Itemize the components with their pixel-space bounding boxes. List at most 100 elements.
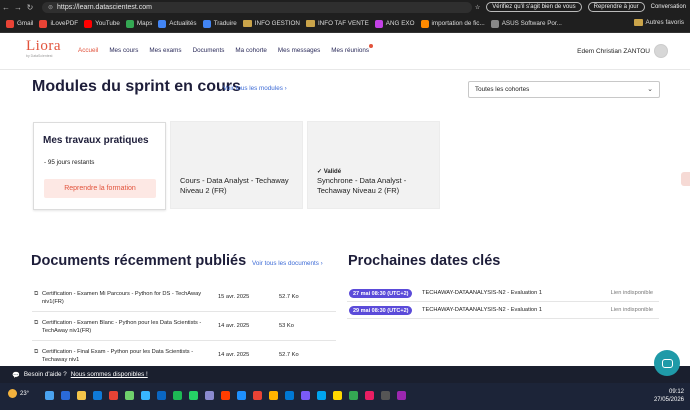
user-name: Edem Christian ZANTOU <box>577 47 650 55</box>
bookmark-asus[interactable]: ASUS Software Por... <box>490 19 562 28</box>
list-item: 27 mai 08:30 (UTC+2) TECHAWAY-DATAANALYS… <box>347 288 659 302</box>
link-status: Lien indisponible <box>610 290 653 296</box>
star-icon[interactable]: ☆ <box>475 4 480 11</box>
cohort-filter-select[interactable]: Toutes les cohortes ⌄ <box>468 81 660 98</box>
forward-icon[interactable]: → <box>12 3 24 12</box>
youtube-icon <box>84 19 93 28</box>
see-all-documents-link[interactable]: Voir tous les documents › <box>252 260 323 267</box>
bookmark-gmail[interactable]: Gmail <box>6 19 33 28</box>
sun-icon <box>8 389 17 398</box>
document-title: Certification - Final Exam - Python pour… <box>42 349 194 363</box>
taskbar-app-icon[interactable] <box>205 391 214 400</box>
taskbar-app-icon[interactable] <box>125 391 134 400</box>
url-bar[interactable]: ⊜ https://learn.datascientest.com <box>42 2 472 13</box>
taskbar-app-icon[interactable] <box>237 391 246 400</box>
taskbar-app-icon[interactable] <box>269 391 278 400</box>
taskbar-app-icon[interactable] <box>173 391 182 400</box>
external-link-icon: ⧉ <box>34 291 39 297</box>
bookmark-traduire[interactable]: Traduire <box>202 19 237 28</box>
taskbar-app-icon[interactable] <box>381 391 390 400</box>
user-menu[interactable]: Edem Christian ZANTOU <box>577 44 668 58</box>
taskbar-app-icon[interactable] <box>317 391 326 400</box>
folder-icon <box>305 20 315 27</box>
see-all-modules-link[interactable]: Voir tous les modules › <box>223 85 287 92</box>
site-info-icon[interactable]: ⊜ <box>48 4 53 11</box>
document-title: Certification - Examen Mi Parcours - Pyt… <box>42 291 202 305</box>
chevron-right-icon: › <box>320 260 323 267</box>
ilovepdf-icon <box>39 19 48 28</box>
url-text: https://learn.datascientest.com <box>57 4 152 11</box>
taskbar-app-icon[interactable] <box>93 391 102 400</box>
bookmark-info-taf-vente[interactable]: INFO TAF VENTE <box>305 20 369 27</box>
taskbar-app-icon[interactable] <box>349 391 358 400</box>
taskbar-app-icon[interactable] <box>285 391 294 400</box>
liora-logo[interactable]: Liora by DataScientest <box>26 38 66 66</box>
folder-icon <box>242 20 252 27</box>
course-module-text: Cours - Data Analyst - Techaway Niveau 2… <box>180 176 289 195</box>
conversation-button[interactable]: Conversation <box>651 4 686 10</box>
search-pill[interactable]: Vérifiez qu'il s'agit bien de vous <box>486 2 582 12</box>
document-size: 52.7 Ko <box>279 352 299 358</box>
browser-toolbar: ← → ↻ ⊜ https://learn.datascientest.com … <box>0 0 690 15</box>
weather-widget[interactable]: 23° <box>8 389 29 398</box>
table-row[interactable]: ⧉ Certification - Examen Mi Parcours - P… <box>32 284 336 312</box>
work-card-title: Mes travaux pratiques <box>43 135 149 146</box>
event-title: TECHAWAY-DATAANALYSIS-N2 - Evaluation 1 <box>422 290 542 296</box>
taskbar: 23° 09:12 27/05/2026 <box>0 383 690 410</box>
taskbar-app-icon[interactable] <box>77 391 86 400</box>
bookmark-ilovepdf[interactable]: iLovePDF <box>39 19 78 28</box>
system-clock[interactable]: 09:12 27/05/2026 <box>654 388 684 404</box>
resume-training-button[interactable]: Reprendre la formation <box>44 179 156 198</box>
taskbar-app-icon[interactable] <box>333 391 342 400</box>
taskbar-app-icon[interactable] <box>61 391 70 400</box>
external-link-icon: ⧉ <box>34 320 39 326</box>
course-module-card[interactable]: Cours - Data Analyst - Techaway Niveau 2… <box>170 121 303 209</box>
bookmark-info-gestion[interactable]: INFO GESTION <box>242 20 300 27</box>
sync-module-text: Synchrone - Data Analyst - Techaway Nive… <box>317 176 407 195</box>
taskbar-app-icon[interactable] <box>365 391 374 400</box>
bookmark-actualites[interactable]: Actualités <box>158 19 197 28</box>
help-link[interactable]: Nous sommes disponibles ! <box>71 371 148 378</box>
help-text: Besoin d'aide ? <box>23 371 67 378</box>
avatar[interactable] <box>654 44 668 58</box>
taskbar-app-icon[interactable] <box>189 391 198 400</box>
modules-title: Modules du sprint en cours <box>32 78 241 95</box>
table-row[interactable]: ⧉ Certification - Examen Blanc - Python … <box>32 313 336 341</box>
nav-documents[interactable]: Documents <box>193 47 225 54</box>
notification-dot <box>369 44 374 48</box>
chat-button[interactable] <box>654 350 680 376</box>
nav-accueil[interactable]: Accueil <box>78 47 98 54</box>
ang-exo-icon <box>374 19 383 28</box>
nav-mes-reunions[interactable]: Mes réunions <box>331 44 374 54</box>
import-icon <box>420 19 429 28</box>
bookmarks-bar: Gmail iLovePDF YouTube Maps Actualités T… <box>0 15 690 33</box>
nav-ma-cohorte[interactable]: Ma cohorte <box>235 47 267 54</box>
bookmark-maps[interactable]: Maps <box>125 19 152 28</box>
bookmark-other-favorites[interactable]: Autres favoris <box>633 19 684 26</box>
taskbar-app-icon[interactable] <box>253 391 262 400</box>
work-card: Mes travaux pratiques - 95 jours restant… <box>33 122 166 210</box>
date-badge: 27 mai 08:30 (UTC+2) <box>349 289 413 298</box>
taskbar-app-icon[interactable] <box>301 391 310 400</box>
main-nav: Accueil Mes cours Mes exams Documents Ma… <box>78 44 374 54</box>
taskbar-app-icon[interactable] <box>221 391 230 400</box>
nav-mes-exams[interactable]: Mes exams <box>149 47 181 54</box>
resume-button[interactable]: Reprendre à jour <box>587 2 645 12</box>
taskbar-app-icon[interactable] <box>157 391 166 400</box>
side-tab-handle[interactable] <box>681 172 690 186</box>
taskbar-app-icon[interactable] <box>109 391 118 400</box>
taskbar-app-icon[interactable] <box>397 391 406 400</box>
nav-mes-messages[interactable]: Mes messages <box>278 47 320 54</box>
taskbar-app-icon[interactable] <box>141 391 150 400</box>
document-date: 15 avr. 2025 <box>218 294 250 300</box>
taskbar-app-icon[interactable] <box>45 391 54 400</box>
bookmark-youtube[interactable]: YouTube <box>84 19 120 28</box>
nav-mes-cours[interactable]: Mes cours <box>109 47 138 54</box>
key-dates-title: Prochaines dates clés <box>348 253 501 269</box>
document-date: 14 avr. 2025 <box>218 352 250 358</box>
reload-icon[interactable]: ↻ <box>24 3 36 12</box>
bookmark-ang-exo[interactable]: ANG EXO <box>374 19 415 28</box>
bookmark-importation[interactable]: importation de fic... <box>420 19 485 28</box>
back-icon[interactable]: ← <box>0 3 12 12</box>
sync-module-card[interactable]: ✓ Validé Synchrone - Data Analyst - Tech… <box>307 121 440 209</box>
